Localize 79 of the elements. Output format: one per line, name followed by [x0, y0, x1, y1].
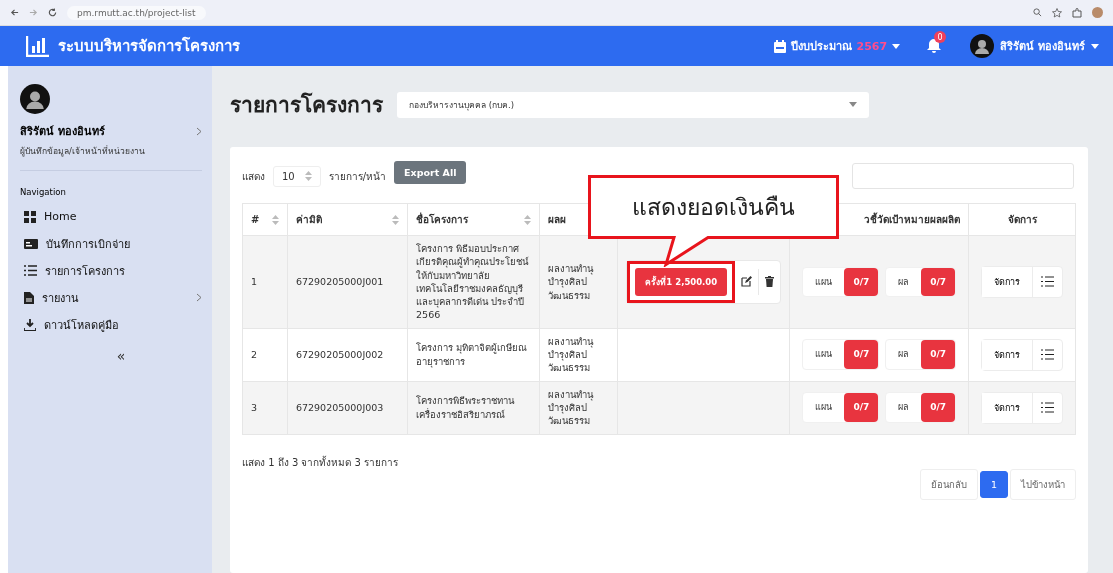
nav-item[interactable]: ดาวน์โหลดคู่มือ	[20, 311, 202, 338]
plan-indicator: แผน 0/7	[802, 266, 880, 298]
user-role: ผู้บันทึกข้อมูล/เจ้าหน้าที่หน่วยงาน	[20, 144, 202, 171]
nav-item[interactable]: รายงาน	[20, 284, 202, 311]
project-code: 67290205000J001	[295, 276, 384, 288]
output-name: ผลงานทำนุบำรุงศิลปวัฒนธรรม	[547, 388, 593, 427]
card-icon	[24, 238, 38, 249]
page-size-select[interactable]: 10	[273, 165, 321, 187]
search-field[interactable]	[852, 163, 1074, 189]
column-header[interactable]: #	[251, 214, 260, 225]
department-select[interactable]: กองบริหารงานบุคคล (กบค.)	[397, 91, 869, 118]
star-icon[interactable]	[1052, 7, 1062, 18]
forward-icon[interactable]	[29, 8, 38, 17]
user-menu[interactable]: สิริรัตน์ ทองอินทร์	[970, 34, 1099, 58]
export-all-button[interactable]: Export All	[394, 161, 467, 184]
notification-badge: 0	[934, 31, 947, 43]
download-icon	[24, 318, 36, 331]
previous-page-button[interactable]: ย้อนกลับ	[919, 468, 978, 500]
nav-item[interactable]: Home	[20, 203, 202, 230]
fiscal-year-dropdown[interactable]: ปีงบประมาณ 2567	[773, 37, 901, 55]
user-name: สิริรัตน์ ทองอินทร์	[20, 124, 105, 140]
app-title: ระบบบริหารจัดการโครงการ	[58, 36, 240, 57]
caret-icon	[1091, 43, 1099, 49]
grid-icon	[24, 210, 36, 223]
zoom-icon[interactable]	[1033, 8, 1042, 17]
file-icon	[24, 291, 34, 304]
output-name: ผลงานทำนุบำรุงศิลปวัฒนธรรม	[547, 262, 593, 301]
result-indicator: ผล 0/7	[885, 392, 956, 423]
collapse-button[interactable]: «	[116, 348, 126, 364]
result-indicator: ผล 0/7	[885, 339, 956, 370]
result-indicator: ผล 0/7	[885, 266, 956, 298]
column-header: ผลผ	[547, 214, 566, 225]
column-header[interactable]: ชื่อโครงการ	[416, 212, 469, 227]
reload-icon[interactable]	[48, 8, 57, 17]
bar-chart-icon	[26, 35, 50, 57]
project-code: 67290205000J002	[295, 349, 384, 361]
list-icon[interactable]	[1041, 349, 1055, 361]
refund-button[interactable]: ครั้งที่1 2,500.00	[635, 267, 728, 296]
back-icon[interactable]	[10, 8, 19, 17]
address-bar[interactable]: pm.rmutt.ac.th/project-list	[67, 5, 206, 20]
nav-item[interactable]: บันทึกการเบิกจ่าย	[20, 230, 202, 257]
trash-icon[interactable]	[765, 276, 775, 288]
bell-icon[interactable]	[926, 38, 943, 54]
nav-heading: Navigation	[20, 187, 67, 197]
column-header[interactable]: ค่ามิติ	[295, 212, 322, 227]
next-page-button[interactable]: ไปข้างหน้า	[1010, 468, 1076, 500]
chevron-right-icon[interactable]	[196, 126, 202, 136]
row-number: 2	[251, 349, 258, 361]
manage-button[interactable]: จัดการ	[982, 392, 1034, 423]
list-icon	[24, 265, 37, 276]
plan-indicator: แผน 0/7	[802, 339, 880, 370]
output-name: ผลงานทำนุบำรุงศิลปวัฒนธรรม	[547, 335, 593, 374]
manage-button[interactable]: จัดการ	[982, 266, 1034, 297]
page-title: รายการโครงการ	[230, 91, 383, 119]
column-header: จัดการ	[1007, 214, 1037, 225]
avatar-icon	[20, 84, 50, 114]
plan-indicator: แผน 0/7	[802, 392, 880, 423]
edit-icon[interactable]	[741, 276, 753, 288]
calendar-icon	[773, 39, 786, 53]
project-name: โครงการ มุทิตาจิตผู้เกษียณอายุราชการ	[416, 342, 528, 367]
list-icon[interactable]	[1041, 276, 1055, 288]
project-name: โครงการพิธีพระราชทานเครื่องราชอิสริยาภรณ์	[416, 395, 515, 420]
page-button[interactable]: 1	[979, 470, 1008, 498]
show-label: แสดง	[242, 169, 265, 184]
caret-icon	[892, 43, 901, 49]
nav-item[interactable]: รายการโครงการ	[20, 257, 202, 284]
avatar-icon	[970, 34, 995, 58]
column-header: วชี้วัดเป้าหมายผลผลิต	[864, 214, 961, 225]
profile-icon[interactable]	[1092, 7, 1103, 18]
row-number: 3	[251, 401, 258, 413]
caret-icon	[849, 102, 857, 107]
callout-text: แสดงยอดเงินคืน	[631, 193, 795, 222]
per-page-label: รายการ/หน้า	[328, 169, 387, 184]
row-number: 1	[251, 276, 258, 288]
list-icon[interactable]	[1041, 402, 1055, 414]
project-name: โครงการ พิธีมอบประกาศเกียรติคุณผู้ทำคุณประโยชน์ให้กับมหาวิทยาลัยเทคโนโลยีราชมงคลธัญบุรี และบุคลากรดีเด่น ประจำปี 2566	[416, 243, 529, 321]
project-code: 67290205000J003	[295, 401, 384, 413]
table-info: แสดง 1 ถึง 3 จากทั้งหมด 3 รายการ	[242, 454, 399, 470]
manage-button[interactable]: จัดการ	[982, 339, 1034, 370]
